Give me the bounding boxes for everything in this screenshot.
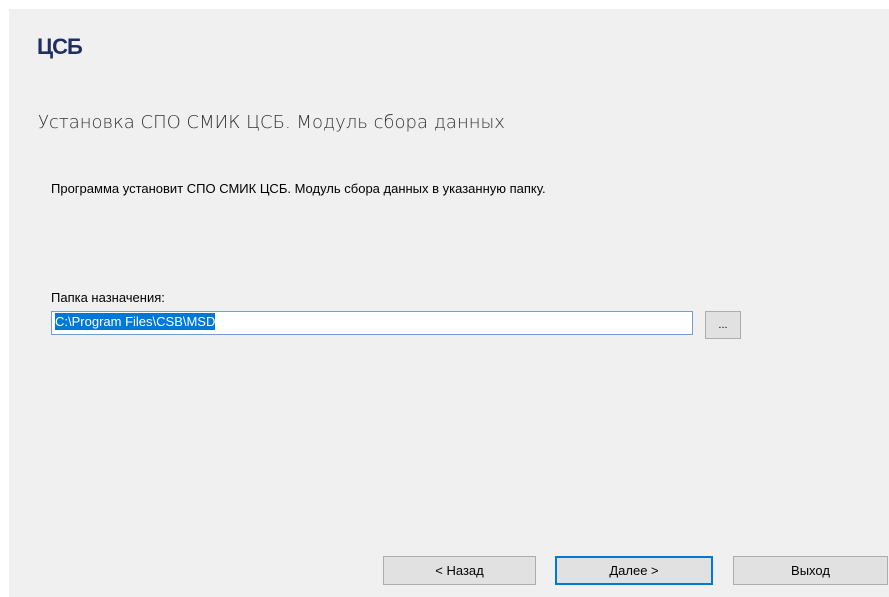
install-description: Программа установит СПО СМИК ЦСБ. Модуль… xyxy=(51,181,546,196)
installer-window: ЦСБ Установка СПО СМИК ЦСБ. Модуль сбора… xyxy=(9,9,889,597)
next-button[interactable]: Далее > xyxy=(555,556,713,585)
destination-folder-label: Папка назначения: xyxy=(51,290,165,305)
back-button[interactable]: < Назад xyxy=(383,556,536,585)
company-logo: ЦСБ xyxy=(37,34,83,59)
destination-path-value: C:\Program Files\CSB\MSD xyxy=(55,313,216,330)
exit-button[interactable]: Выход xyxy=(733,556,888,585)
browse-button[interactable]: ... xyxy=(705,311,741,339)
page-title: Установка СПО СМИК ЦСБ. Модуль сбора дан… xyxy=(38,112,505,133)
destination-path-input[interactable]: C:\Program Files\CSB\MSD xyxy=(51,311,693,335)
